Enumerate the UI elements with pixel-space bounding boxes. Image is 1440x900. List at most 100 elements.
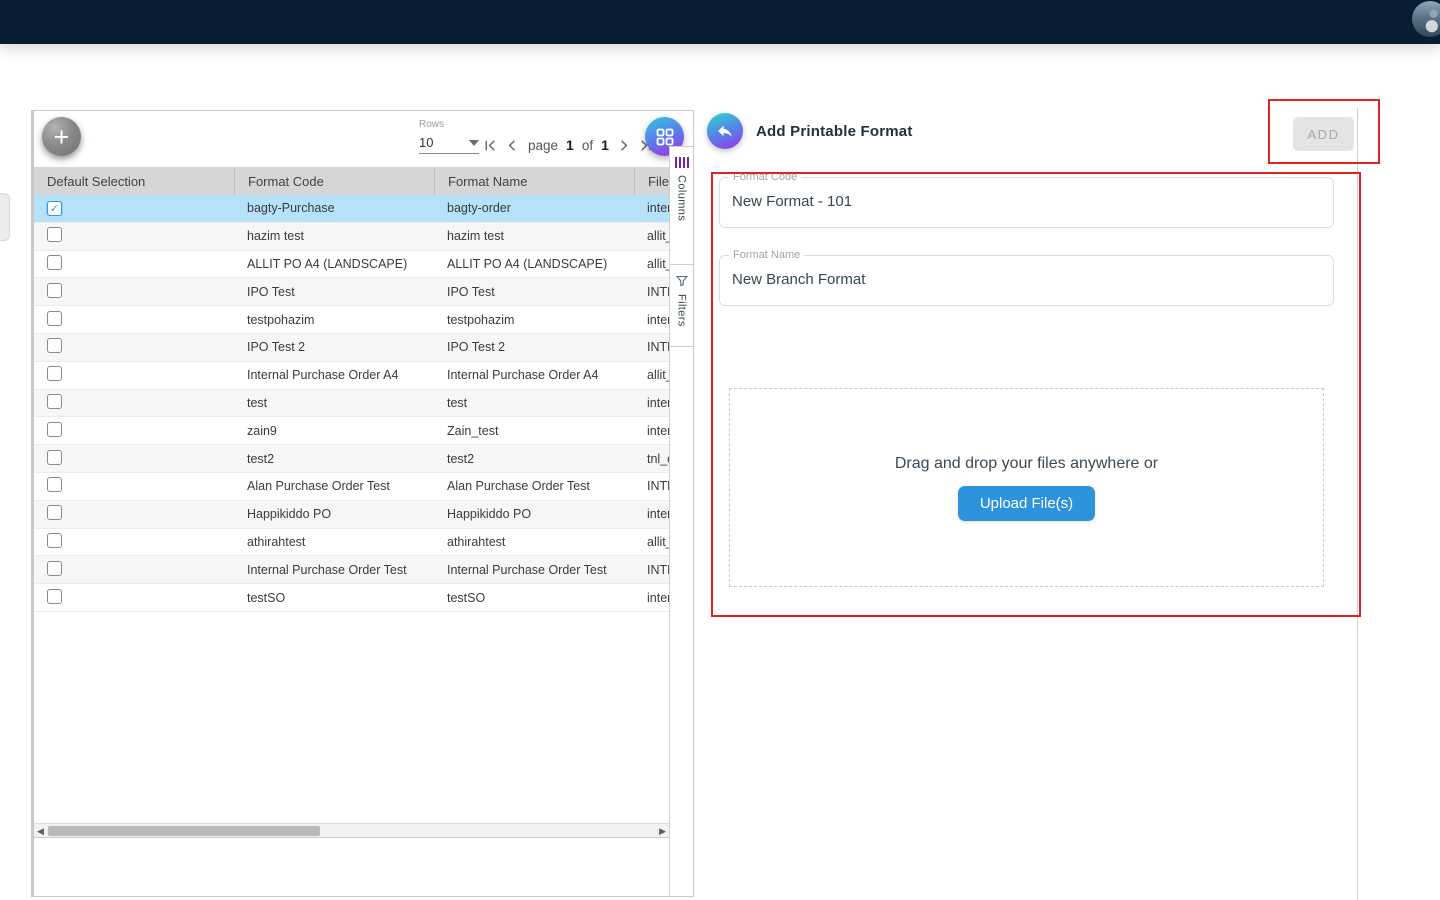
cell-format-name: Alan Purchase Order Test	[434, 479, 634, 493]
cell-format-code: test	[234, 396, 434, 410]
format-name-field[interactable]: Format Name New Branch Format	[719, 255, 1334, 306]
pager-total-pages: 1	[601, 137, 609, 153]
columns-icon	[675, 157, 689, 168]
top-navbar	[0, 0, 1440, 44]
left-drawer-handle[interactable]	[0, 193, 10, 241]
cell-format-name: bagty-order	[434, 201, 634, 215]
cell-format-code: IPO Test	[234, 285, 434, 299]
column-header[interactable]: Default Selection	[34, 167, 234, 195]
add-submit-button[interactable]: ADD	[1293, 117, 1354, 151]
rows-label: Rows	[419, 119, 479, 130]
row-checkbox[interactable]	[47, 422, 62, 437]
cell-format-name: test	[434, 396, 634, 410]
add-row-button[interactable]: +	[42, 117, 81, 156]
row-checkbox[interactable]	[47, 477, 62, 492]
row-checkbox[interactable]	[47, 561, 62, 576]
row-checkbox[interactable]	[47, 283, 62, 298]
cell-format-name: IPO Test 2	[434, 340, 634, 354]
cell-format-code: bagty-Purchase	[234, 201, 434, 215]
table-row[interactable]: zain9Zain_testinter	[34, 417, 693, 445]
cell-format-code: Internal Purchase Order A4	[234, 368, 434, 382]
back-button[interactable]	[707, 113, 743, 149]
cell-format-code: test2	[234, 452, 434, 466]
row-checkbox[interactable]	[47, 338, 62, 353]
cell-format-name: hazim test	[434, 229, 634, 243]
cell-format-code: testSO	[234, 591, 434, 605]
table-row[interactable]: Alan Purchase Order TestAlan Purchase Or…	[34, 473, 693, 501]
table-row[interactable]: IPO Test 2IPO Test 2INTE	[34, 334, 693, 362]
cell-format-code: zain9	[234, 424, 434, 438]
prev-page-icon[interactable]	[505, 138, 520, 153]
tab-filters[interactable]: Filters	[670, 265, 693, 347]
grid-icon	[655, 127, 675, 147]
table-row[interactable]: Happikiddo POHappikiddo POinter	[34, 501, 693, 529]
pager-page-word: page	[528, 138, 558, 153]
next-page-icon[interactable]	[616, 138, 631, 153]
cell-format-code: hazim test	[234, 229, 434, 243]
row-checkbox[interactable]	[47, 366, 62, 381]
column-header[interactable]: Format Code	[234, 167, 434, 195]
horizontal-scrollbar[interactable]: ◀ ▶	[34, 823, 669, 838]
formats-grid-panel: + Rows 10 page 1 of 1	[31, 110, 694, 897]
table-row[interactable]: Internal Purchase Order TestInternal Pur…	[34, 556, 693, 584]
cell-format-code: Internal Purchase Order Test	[234, 563, 434, 577]
table-row[interactable]: ✓bagty-Purchasebagty-orderinter	[34, 195, 693, 223]
cell-format-name: testSO	[434, 591, 634, 605]
row-checkbox[interactable]	[47, 505, 62, 520]
rows-per-page-select[interactable]: Rows 10	[419, 119, 479, 154]
table-row[interactable]: IPO TestIPO TestINTE	[34, 278, 693, 306]
upload-files-button[interactable]: Upload File(s)	[958, 486, 1095, 521]
row-checkbox[interactable]: ✓	[47, 201, 62, 216]
cell-format-code: testpohazim	[234, 313, 434, 327]
row-checkbox[interactable]	[47, 589, 62, 604]
pager-of-word: of	[582, 138, 593, 153]
table-header-row: Default SelectionFormat CodeFormat NameF…	[34, 167, 693, 195]
table-row[interactable]: testpohazimtestpohaziminter	[34, 306, 693, 334]
dropzone-prompt: Drag and drop your files anywhere or	[895, 455, 1158, 473]
cell-format-code: ALLIT PO A4 (LANDSCAPE)	[234, 257, 434, 271]
row-checkbox[interactable]	[47, 227, 62, 242]
table-row[interactable]: test2test2tnl_c	[34, 445, 693, 473]
grid-body: ✓bagty-Purchasebagty-orderinterhazim tes…	[34, 195, 693, 612]
column-header[interactable]: Format Name	[434, 167, 634, 195]
scrollbar-thumb[interactable]	[48, 826, 320, 836]
row-checkbox[interactable]	[47, 394, 62, 409]
user-avatar[interactable]	[1412, 1, 1440, 37]
grid-toolbar: + Rows 10 page 1 of 1	[34, 111, 693, 167]
row-checkbox[interactable]	[47, 450, 62, 465]
cell-format-name: IPO Test	[434, 285, 634, 299]
scroll-left-icon[interactable]: ◀	[37, 826, 44, 837]
cell-format-name: Internal Purchase Order Test	[434, 563, 634, 577]
rows-value: 10	[419, 135, 433, 150]
cell-format-name: athirahtest	[434, 535, 634, 549]
cell-format-name: ALLIT PO A4 (LANDSCAPE)	[434, 257, 634, 271]
grid-side-tabs: Columns Filters	[669, 146, 693, 896]
scroll-right-icon[interactable]: ▶	[659, 826, 666, 837]
first-page-icon[interactable]	[483, 138, 498, 153]
row-checkbox[interactable]	[47, 311, 62, 326]
table-row[interactable]: athirahtestathirahtestallit_	[34, 529, 693, 557]
cell-format-name: testpohazim	[434, 313, 634, 327]
page-title: Add Printable Format	[756, 123, 913, 140]
table-row[interactable]: testSOtestSOinter	[34, 584, 693, 612]
app-window: + Rows 10 page 1 of 1	[0, 0, 1440, 900]
format-code-field[interactable]: Format Code New Format - 101	[719, 177, 1334, 228]
cell-format-code: Alan Purchase Order Test	[234, 479, 434, 493]
cell-format-name: test2	[434, 452, 634, 466]
table-row[interactable]: ALLIT PO A4 (LANDSCAPE)ALLIT PO A4 (LAND…	[34, 251, 693, 279]
row-checkbox[interactable]	[47, 533, 62, 548]
plus-icon: +	[54, 122, 70, 152]
pager-current-page: 1	[566, 137, 574, 153]
panel-divider	[1357, 108, 1358, 900]
table-row[interactable]: hazim testhazim testallit_	[34, 223, 693, 251]
table-row[interactable]: testtestinter	[34, 390, 693, 418]
tab-columns[interactable]: Columns	[670, 147, 693, 265]
file-dropzone[interactable]: Drag and drop your files anywhere or Upl…	[729, 388, 1324, 587]
table-row[interactable]: Internal Purchase Order A4Internal Purch…	[34, 362, 693, 390]
format-code-label: Format Code	[729, 171, 801, 183]
cell-format-code: Happikiddo PO	[234, 507, 434, 521]
filter-icon	[676, 275, 688, 287]
tab-columns-label: Columns	[676, 175, 688, 221]
row-checkbox[interactable]	[47, 255, 62, 270]
cell-format-name: Internal Purchase Order A4	[434, 368, 634, 382]
